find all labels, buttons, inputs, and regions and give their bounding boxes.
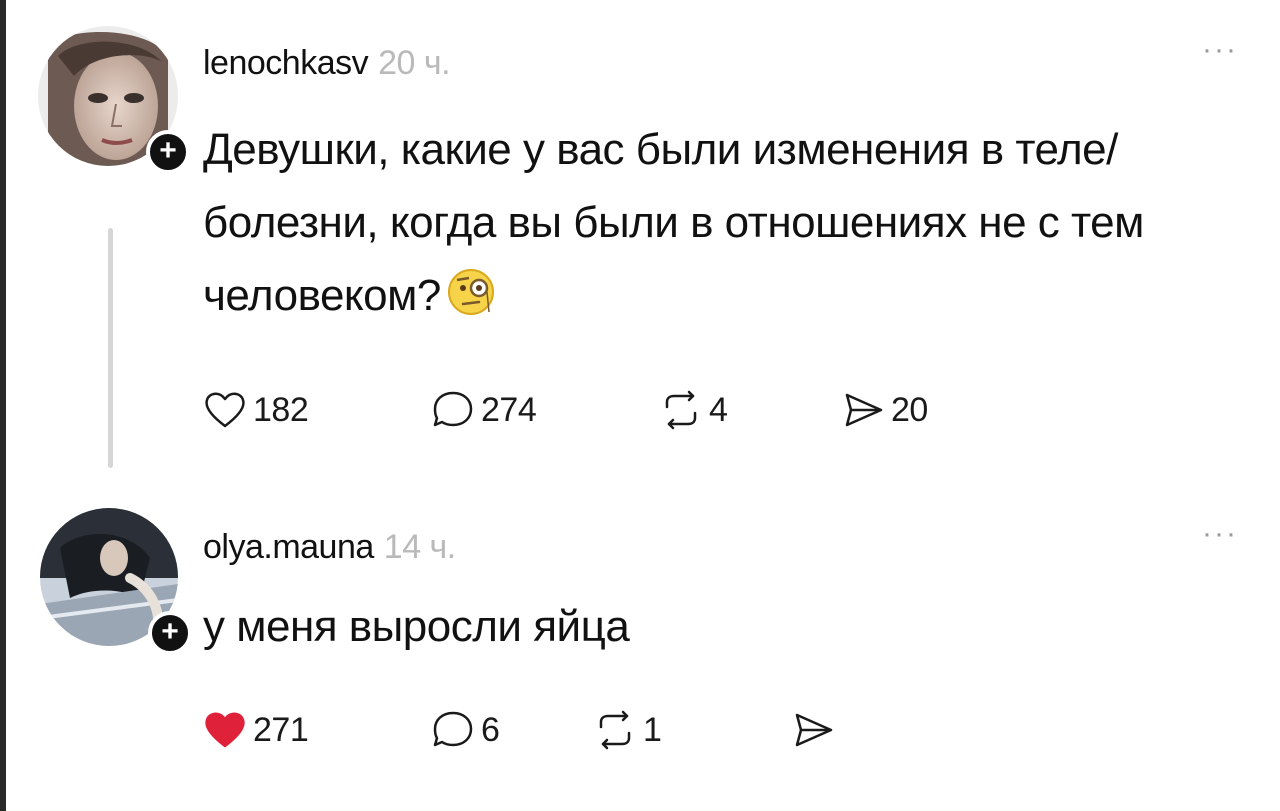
like-button[interactable]: 182 xyxy=(203,380,309,440)
comment-icon xyxy=(433,391,473,427)
username[interactable]: lenochkasv xyxy=(203,44,369,82)
repost-button[interactable]: 4 xyxy=(659,380,728,440)
face-with-monocle-icon xyxy=(441,264,503,316)
post-text: у меня выросли яйца xyxy=(203,602,630,651)
username[interactable]: olya.mauna xyxy=(203,528,374,566)
reply-count: 274 xyxy=(481,390,537,429)
repost-count: 1 xyxy=(643,710,662,749)
reply-button[interactable]: 6 xyxy=(431,700,500,760)
timestamp: 14 ч. xyxy=(383,528,456,566)
repost-button[interactable]: 1 xyxy=(593,700,662,760)
post-text: Девушки, какие у вас были изменения в те… xyxy=(203,125,1144,320)
like-button[interactable]: 271 xyxy=(203,700,309,760)
post-body: Девушки, какие у вас были изменения в те… xyxy=(203,113,1263,332)
follow-button[interactable]: + xyxy=(146,130,190,174)
post: + lenochkasv 20 ч. ··· Девушки, какие у в… xyxy=(0,0,1280,490)
share-button[interactable] xyxy=(791,700,841,760)
share-button[interactable]: 20 xyxy=(841,380,928,440)
comment-icon xyxy=(433,711,473,747)
repost-icon xyxy=(599,710,631,750)
send-icon xyxy=(845,393,883,427)
more-options-button[interactable]: ··· xyxy=(1202,519,1238,549)
share-count: 20 xyxy=(891,390,928,429)
repost-count: 4 xyxy=(709,390,728,429)
heart-icon xyxy=(205,392,245,428)
post-body: у меня выросли яйца xyxy=(203,590,1263,663)
post-header: lenochkasv 20 ч. xyxy=(203,44,451,83)
like-count: 182 xyxy=(253,390,309,429)
avatar[interactable]: + xyxy=(38,26,190,174)
reply-button[interactable]: 274 xyxy=(431,380,537,440)
heart-filled-icon xyxy=(205,712,245,748)
more-options-button[interactable]: ··· xyxy=(1202,35,1238,65)
follow-button[interactable]: + xyxy=(148,611,192,655)
repost-icon xyxy=(665,390,697,430)
timestamp: 20 ч. xyxy=(378,44,451,82)
reply-count: 6 xyxy=(481,710,500,749)
post: + olya.mauna 14 ч. ··· у меня выросли яйц… xyxy=(0,490,1280,811)
send-icon xyxy=(795,713,833,747)
avatar[interactable]: + xyxy=(40,508,192,655)
post-header: olya.mauna 14 ч. xyxy=(203,528,456,567)
thread-connector-line xyxy=(108,228,113,468)
like-count: 271 xyxy=(253,710,309,749)
